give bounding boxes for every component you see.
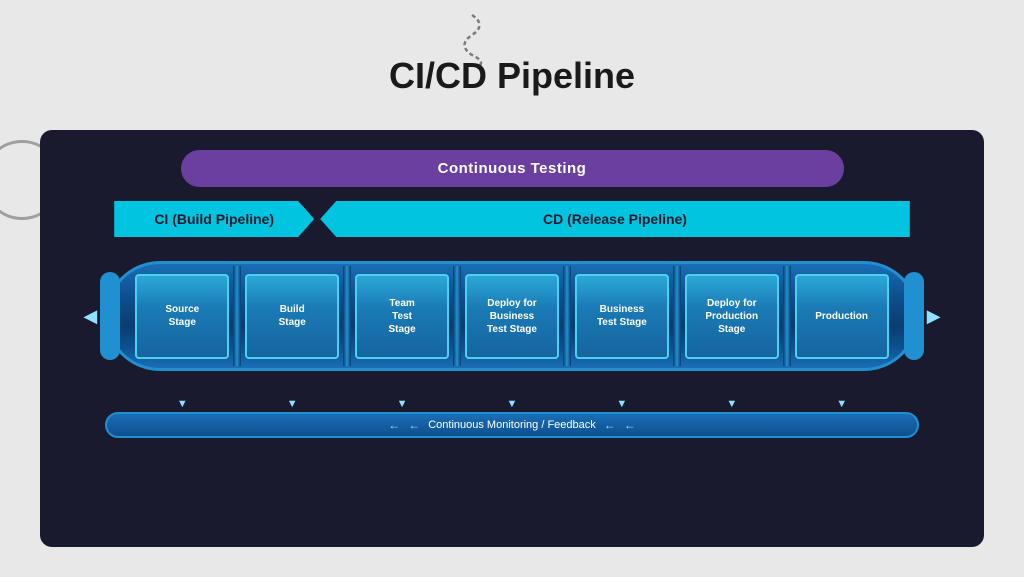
stage-deploy-production: Deploy forProductionStage	[685, 274, 779, 359]
ci-label: CI (Build Pipeline)	[114, 201, 314, 237]
ci-cd-row: CI (Build Pipeline) CD (Release Pipeline…	[114, 201, 910, 237]
down-arrow-6: ▼	[685, 398, 779, 412]
main-panel: Continuous Testing CI (Build Pipeline) C…	[40, 130, 984, 547]
stage-team-test: TeamTestStage	[355, 274, 449, 359]
divider-2	[343, 266, 351, 366]
down-arrow-3: ▼	[355, 398, 449, 412]
divider-4	[563, 266, 571, 366]
continuous-testing-label: Continuous Testing	[438, 160, 587, 177]
stage-business-test: BusinessTest Stage	[575, 274, 669, 359]
divider-5	[673, 266, 681, 366]
cd-label: CD (Release Pipeline)	[320, 201, 910, 237]
continuous-testing-bar: Continuous Testing	[181, 150, 844, 187]
down-arrows: ▼ ▼ ▼ ▼ ▼ ▼ ▼	[135, 398, 888, 412]
down-arrow-7: ▼	[795, 398, 889, 412]
left-arrow-icon: ◀	[83, 306, 97, 327]
down-arrow-1: ▼	[135, 398, 229, 412]
feedback-arrow-1: ←	[388, 418, 400, 432]
down-arrow-5: ▼	[575, 398, 669, 412]
feedback-arrow-4: ←	[624, 418, 636, 432]
stage-build: BuildStage	[245, 274, 339, 359]
divider-1	[233, 266, 241, 366]
stage-production: Production	[795, 274, 889, 359]
stages-row: SourceStage BuildStage TeamTestStage Dep…	[135, 271, 888, 361]
divider-6	[783, 266, 791, 366]
right-arrow-icon: ▶	[927, 306, 941, 327]
page-title: CI/CD Pipeline	[389, 55, 635, 97]
down-arrow-4: ▼	[465, 398, 559, 412]
feedback-arrow-3: ←	[604, 418, 616, 432]
divider-3	[453, 266, 461, 366]
feedback-label: Continuous Monitoring / Feedback	[428, 419, 596, 431]
feedback-bar: ← ← Continuous Monitoring / Feedback ← ←	[105, 412, 918, 438]
stage-deploy-business: Deploy forBusinessTest Stage	[465, 274, 559, 359]
feedback-arrow-2: ←	[408, 418, 420, 432]
pipeline-container: ◀ ▶ SourceStage BuildStage TeamTestStage…	[105, 251, 918, 406]
stage-source: SourceStage	[135, 274, 229, 359]
down-arrow-2: ▼	[245, 398, 339, 412]
